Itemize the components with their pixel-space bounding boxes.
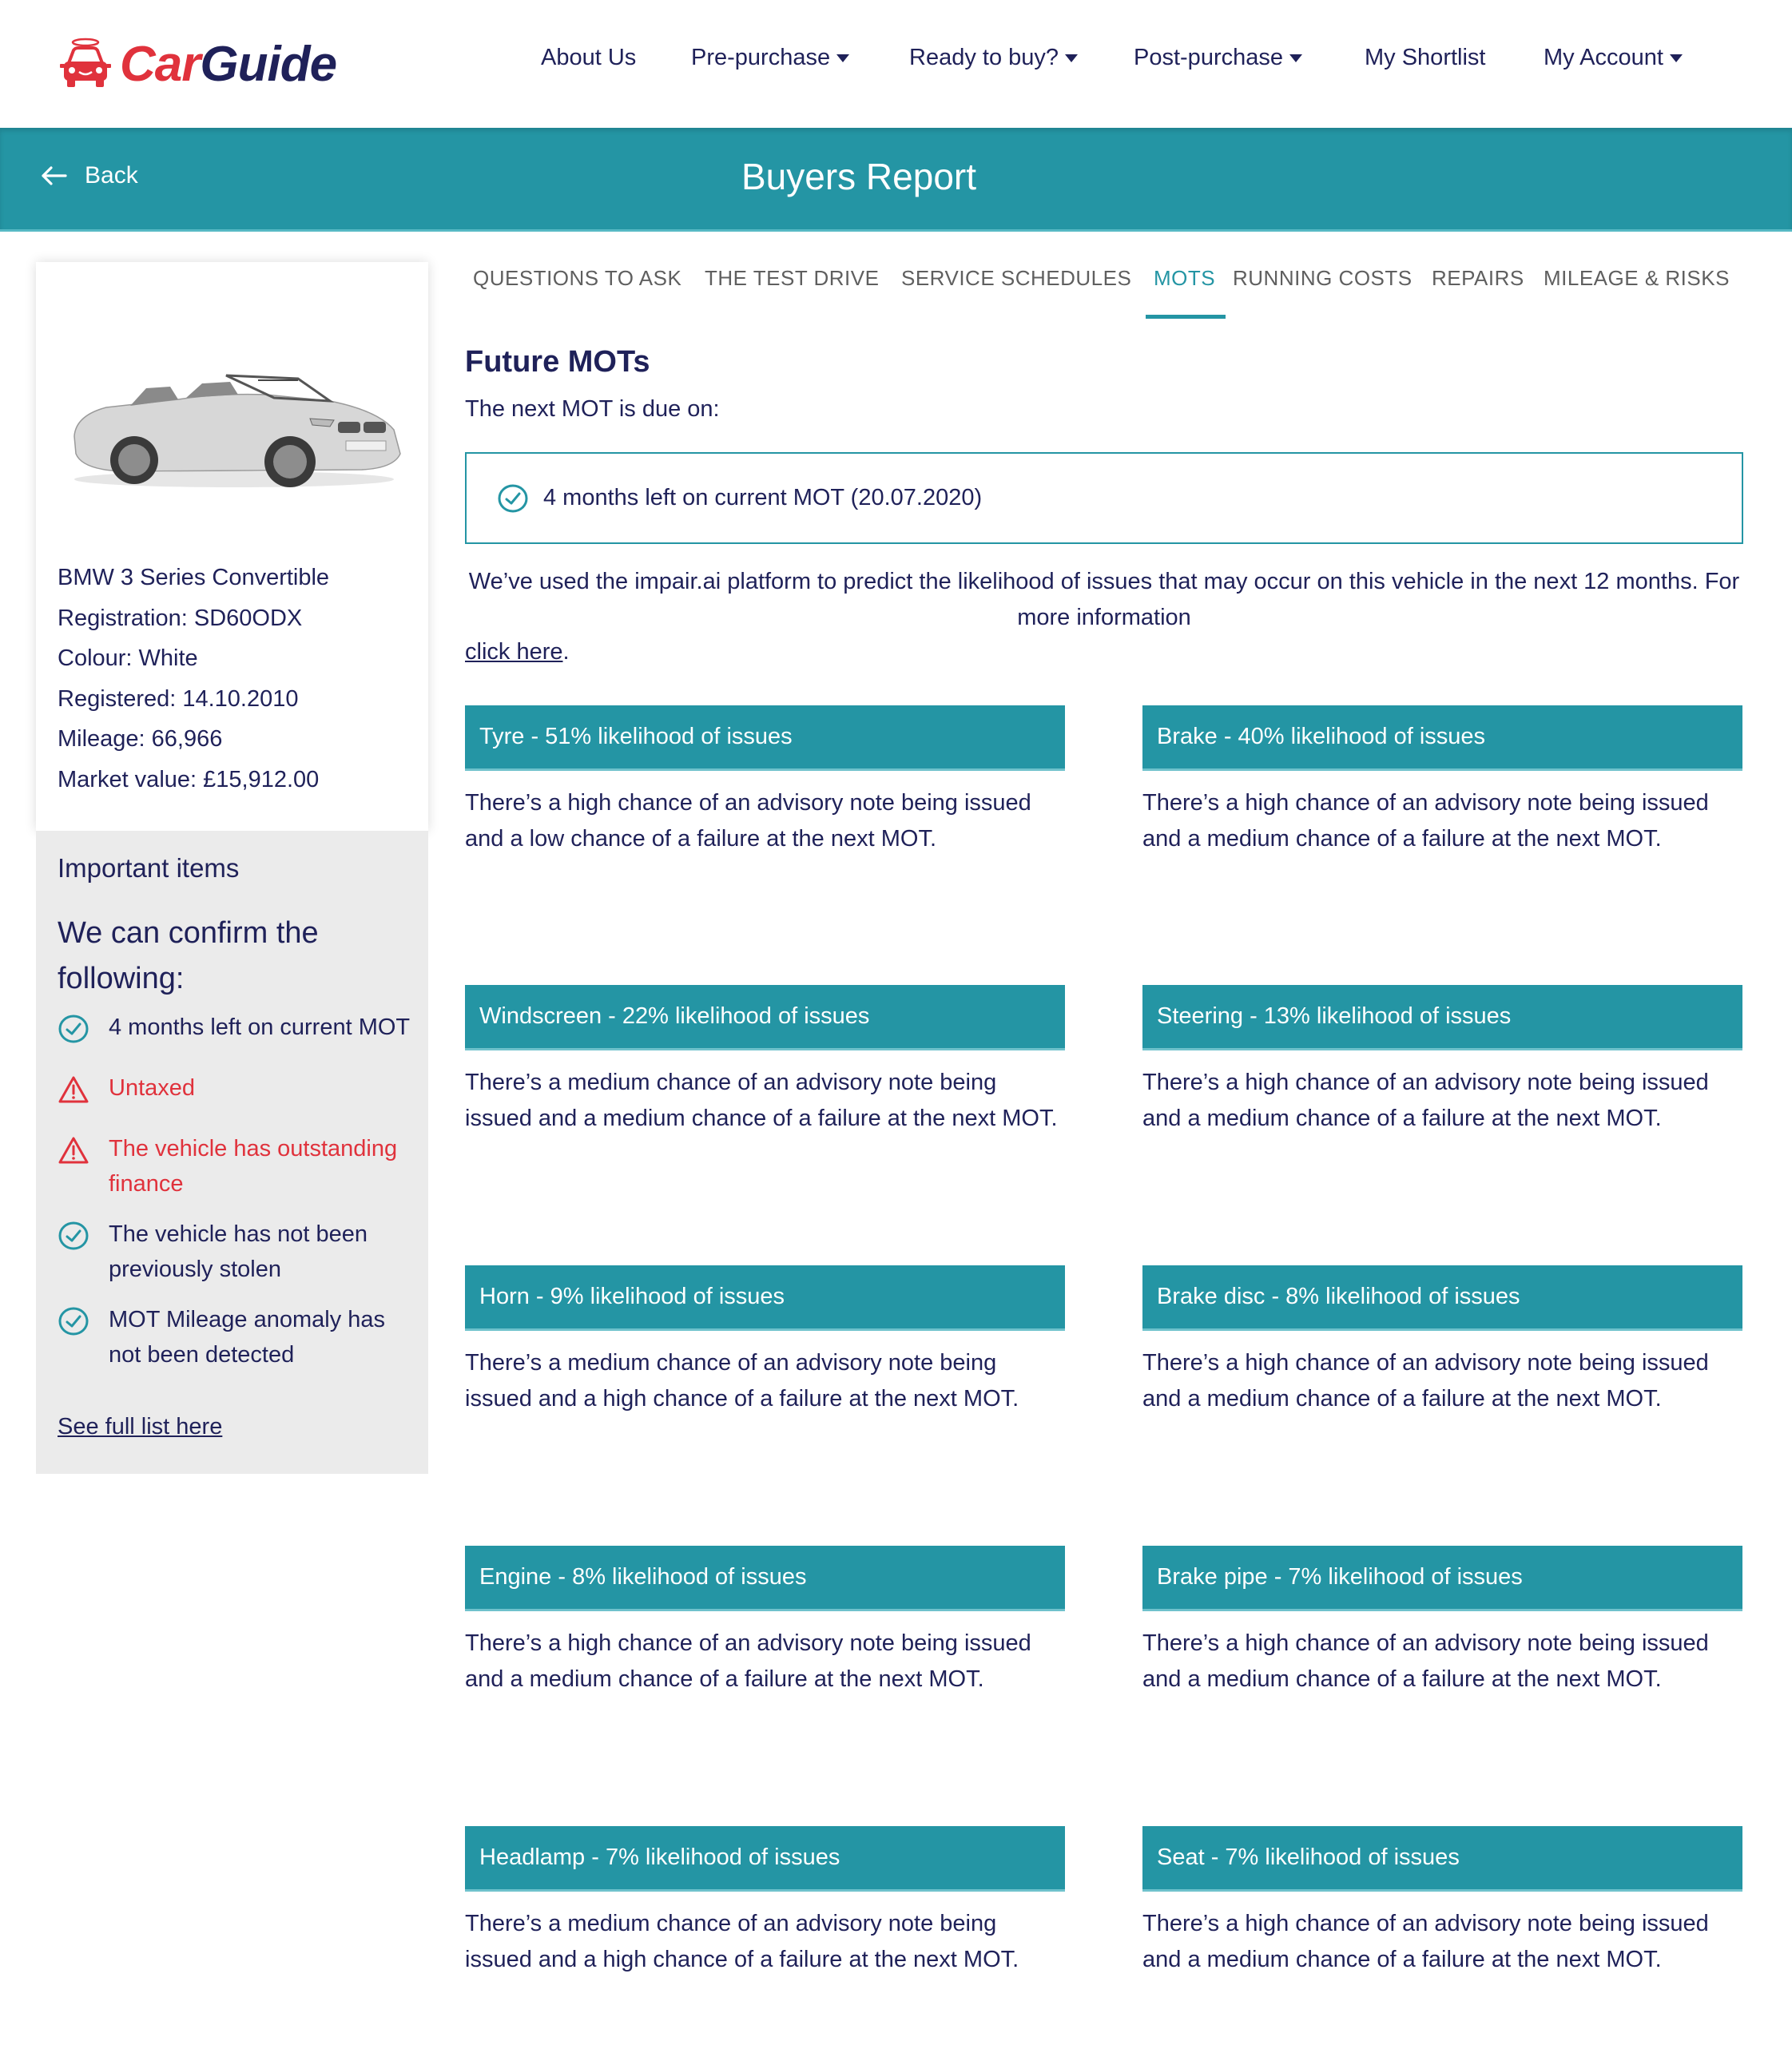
vehicle-mileage: Mileage: 66,966	[58, 726, 223, 752]
check-circle-icon	[58, 1015, 89, 1043]
issue-card: Seat - 7% likelihood of issues There’s a …	[1142, 1826, 1742, 1978]
vehicle-model: BMW 3 Series Convertible	[58, 565, 330, 590]
important-item: MOT Mileage anomaly has not been detecte…	[58, 1302, 417, 1372]
tab-mileage-and-risks[interactable]: MILEAGE & RISKS	[1544, 266, 1730, 291]
issue-card-description: There’s a high chance of an advisory not…	[1142, 790, 1709, 852]
important-items-subtitle: We can confirm the following:	[58, 916, 319, 995]
vehicle-colour: Colour: White	[58, 645, 198, 671]
vehicle-registration: Registration: SD60ODX	[58, 605, 303, 631]
issue-card: Tyre - 51% likelihood of issues There’s a…	[465, 705, 1065, 857]
important-item: Untaxed	[58, 1070, 417, 1116]
issue-card-title: Headlamp - 7% likelihood of issues	[465, 1826, 1065, 1892]
carguide-logo[interactable]: Car Guide	[58, 35, 337, 93]
issue-card: Brake - 40% likelihood of issues There’s …	[1142, 705, 1742, 857]
check-circle-icon	[58, 1307, 89, 1336]
important-item-text: 4 months left on current MOT	[109, 1015, 411, 1040]
vehicle-image	[74, 374, 401, 487]
caret-down-icon	[1289, 54, 1302, 62]
nav-label: About Us	[541, 45, 637, 70]
tab-mots[interactable]: MOTS	[1154, 266, 1215, 291]
issue-card-description: There’s a high chance of an advisory not…	[1142, 1630, 1709, 1692]
issue-card: Headlamp - 7% likelihood of issues There’…	[465, 1826, 1065, 1978]
tab-repairs[interactable]: REPAIRS	[1432, 266, 1524, 291]
issue-card: Brake disc - 8% likelihood of issues Ther…	[1142, 1265, 1742, 1417]
vehicle-registered-date: Registered: 14.10.2010	[58, 685, 299, 712]
see-full-list-link[interactable]: See full list here	[58, 1414, 222, 1440]
mot-status-text: 4 months left on current MOT (20.07.2020…	[543, 485, 983, 510]
issue-card-title: Horn - 9% likelihood of issues	[465, 1265, 1065, 1331]
important-item-text: The vehicle has not been previously stol…	[109, 1221, 368, 1282]
nav-label: Pre-purchase	[691, 45, 831, 70]
nav-label: Ready to buy?	[909, 45, 1059, 70]
vehicle-details: BMW 3 Series Convertible Registration: S…	[58, 558, 329, 800]
logo-text-guide: Guide	[200, 36, 337, 92]
important-items-list: 4 months left on current MOT Untaxed The…	[58, 1010, 417, 1388]
logo-text-car: Car	[120, 36, 201, 92]
issue-card-title: Windscreen - 22% likelihood of issues	[465, 985, 1065, 1050]
issue-card-title: Brake disc - 8% likelihood of issues	[1142, 1265, 1742, 1331]
halo-car-icon	[60, 38, 111, 87]
tab-questions-to-ask[interactable]: QUESTIONS TO ASK	[473, 266, 681, 291]
tab-service-schedules[interactable]: SERVICE SCHEDULES	[901, 266, 1131, 291]
nav-label: My Shortlist	[1365, 45, 1486, 70]
next-mot-due-label: The next MOT is due on:	[465, 396, 720, 422]
nav-about-us[interactable]: About Us	[541, 45, 636, 71]
issue-card: Horn - 9% likelihood of issues There’s a …	[465, 1265, 1065, 1417]
issue-card-description: There’s a medium chance of an advisory n…	[465, 1350, 1019, 1412]
more-info: click here.	[465, 639, 570, 665]
issue-card: Windscreen - 22% likelihood of issues The…	[465, 985, 1065, 1137]
issue-card-description: There’s a high chance of an advisory not…	[465, 1630, 1031, 1692]
click-here-suffix: .	[562, 639, 570, 665]
click-here-link[interactable]: click here	[465, 639, 563, 665]
important-items-title: Important items	[58, 853, 240, 883]
issue-card-title: Brake pipe - 7% likelihood of issues	[1142, 1546, 1742, 1611]
nav-label: My Account	[1544, 45, 1663, 70]
caret-down-icon	[836, 54, 850, 62]
issue-card-title: Tyre - 51% likelihood of issues	[465, 705, 1065, 771]
tab-the-test-drive[interactable]: THE TEST DRIVE	[705, 266, 879, 291]
issue-card-title: Engine - 8% likelihood of issues	[465, 1546, 1065, 1611]
important-items-panel: Important items We can confirm the follo…	[36, 831, 428, 1474]
nav-my-shortlist[interactable]: My Shortlist	[1365, 45, 1485, 71]
caret-down-icon	[1065, 54, 1079, 62]
nav-label: Post-purchase	[1134, 45, 1283, 70]
caret-down-icon	[1669, 54, 1683, 62]
nav-post-purchase[interactable]: Post-purchase	[1134, 45, 1302, 71]
vehicle-market-value: Market value: £15,912.00	[58, 766, 320, 792]
important-item: 4 months left on current MOT	[58, 1010, 417, 1055]
important-item: The vehicle has not been previously stol…	[58, 1217, 417, 1287]
warning-triangle-icon	[58, 1137, 89, 1164]
issue-card-description: There’s a high chance of an advisory not…	[1142, 1070, 1709, 1131]
important-item-text: The vehicle has outstanding finance	[109, 1136, 398, 1197]
active-tab-indicator	[1146, 315, 1226, 319]
page-title-bar: Back Buyers Report	[0, 128, 1792, 232]
issue-card-description: There’s a high chance of an advisory not…	[465, 790, 1031, 852]
impair-info-text: We’ve used the impair.ai platform to pre…	[468, 569, 1740, 630]
nav-ready-to-buy[interactable]: Ready to buy?	[909, 45, 1079, 71]
issue-card-description: There’s a high chance of an advisory not…	[1142, 1350, 1709, 1412]
mot-status-box: 4 months left on current MOT (20.07.2020…	[465, 452, 1743, 544]
issue-card-title: Steering - 13% likelihood of issues	[1142, 985, 1742, 1050]
issue-card-description: There’s a medium chance of an advisory n…	[465, 1911, 1019, 1972]
important-item-text: MOT Mileage anomaly has not been detecte…	[109, 1307, 386, 1368]
future-mots-heading: Future MOTs	[465, 345, 650, 379]
top-navbar: Car Guide About Us Pre-purchase Ready to …	[0, 0, 1792, 128]
vehicle-summary-card: BMW 3 Series Convertible Registration: S…	[36, 262, 428, 831]
issue-card: Engine - 8% likelihood of issues There’s …	[465, 1546, 1065, 1698]
issue-card-title: Seat - 7% likelihood of issues	[1142, 1826, 1742, 1892]
issue-card-description: There’s a high chance of an advisory not…	[1142, 1911, 1709, 1972]
check-circle-icon	[58, 1221, 89, 1250]
issue-card: Steering - 13% likelihood of issues There…	[1142, 985, 1742, 1137]
check-circle-icon	[498, 484, 528, 512]
issue-card-title: Brake - 40% likelihood of issues	[1142, 705, 1742, 771]
tab-running-costs[interactable]: RUNNING COSTS	[1233, 266, 1413, 291]
issue-card: Brake pipe - 7% likelihood of issues Ther…	[1142, 1546, 1742, 1698]
nav-my-account[interactable]: My Account	[1544, 45, 1683, 71]
page-title: Buyers Report	[741, 156, 976, 197]
warning-triangle-icon	[58, 1076, 89, 1103]
nav-pre-purchase[interactable]: Pre-purchase	[691, 45, 850, 71]
important-item: The vehicle has outstanding finance	[58, 1131, 417, 1201]
important-item-text: Untaxed	[109, 1075, 196, 1101]
issue-card-description: There’s a medium chance of an advisory n…	[465, 1070, 1058, 1131]
